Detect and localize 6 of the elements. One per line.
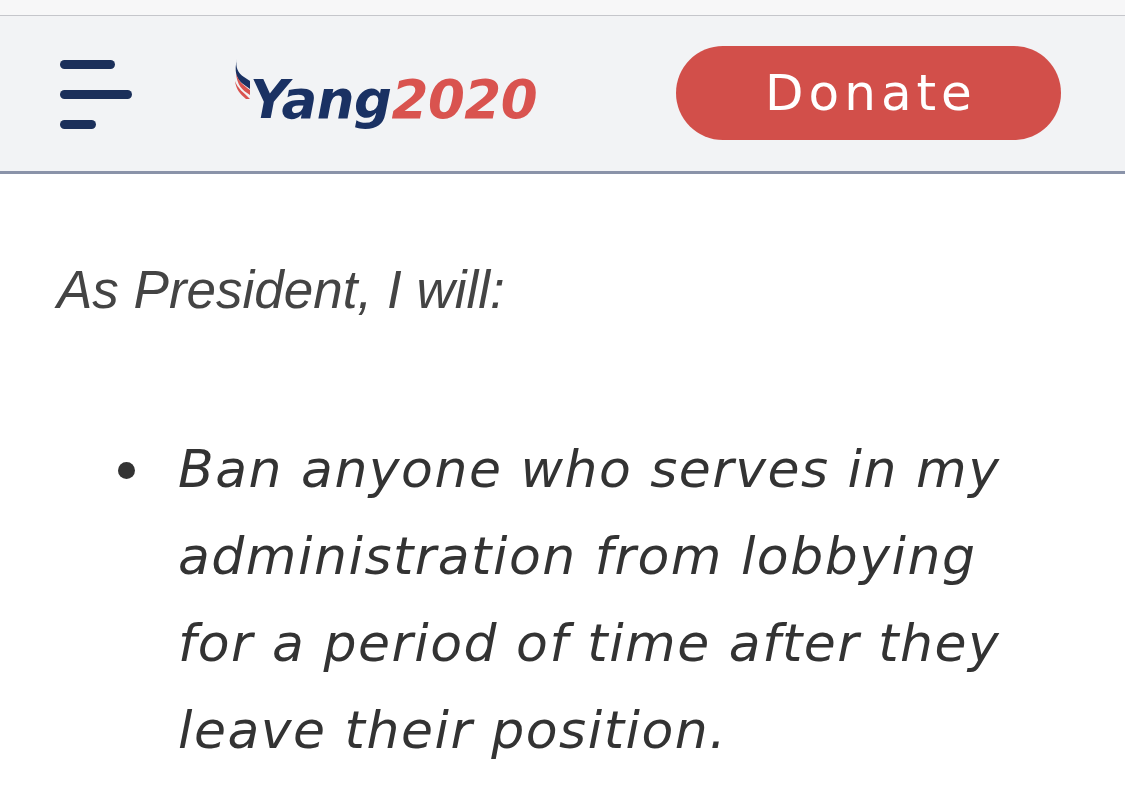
bullet-icon (118, 461, 135, 479)
flag-swoosh-icon (234, 59, 250, 99)
donate-button[interactable]: Donate (676, 45, 1061, 140)
menu-icon (60, 60, 132, 129)
bullet-text: Ban anyone who serves in my administration from lobbying for a period of time after they leave their position. (178, 437, 1002, 762)
menu-button[interactable] (60, 60, 132, 129)
